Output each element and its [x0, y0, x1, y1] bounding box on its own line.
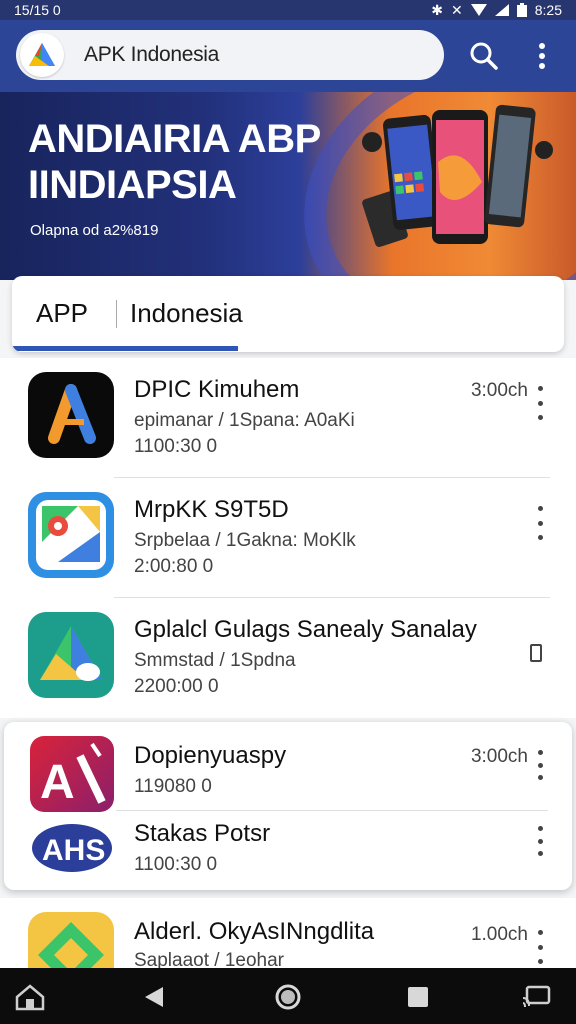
list-item[interactable]: A Dopienyuaspy 119080 0 3:00ch — [4, 722, 572, 812]
apk-logo-icon — [20, 33, 64, 77]
more-vert-icon[interactable] — [530, 506, 550, 540]
back-icon — [145, 987, 163, 1007]
bookmark-icon[interactable] — [530, 644, 542, 662]
app-name: Stakas Potsr — [134, 820, 271, 847]
tab-indonesia[interactable]: Indonesia — [130, 298, 243, 329]
svg-text:AHS: AHS — [42, 834, 105, 867]
red-a-logo-icon: A — [30, 736, 114, 812]
app-bar: APK Indonesia — [0, 20, 576, 92]
signal-icon — [494, 4, 509, 16]
app-meta: Srpbelaa / 1Gakna: MoKlk — [134, 530, 356, 551]
search-icon — [470, 42, 498, 70]
app-name: DPIC Kimuhem — [134, 376, 300, 403]
green-logo-icon — [28, 912, 114, 968]
app-meta: Saplaaot / 1eohar — [134, 950, 285, 968]
tab-divider — [116, 300, 117, 328]
banner-subline: Olapna od a2%819 — [30, 222, 159, 239]
app-group-card: A Dopienyuaspy 119080 0 3:00ch AHS Staka… — [4, 722, 572, 890]
status-bar: 15/15 0 ✱ ✕ 8:25 — [0, 0, 576, 20]
list-item[interactable]: Alderl. OkyAsINngdlita Saplaaot / 1eohar… — [0, 898, 576, 968]
list-item[interactable]: DPIC Kimuhem epimanar / 1Spana: A0aKi 11… — [0, 358, 576, 478]
home-button[interactable] — [272, 982, 304, 1012]
search-button[interactable] — [466, 38, 502, 74]
list-item[interactable]: MrpKK S9T5D Srpbelaa / 1Gakna: MoKlk 2:0… — [0, 478, 576, 598]
app-time: 3:00ch — [470, 380, 528, 401]
triangle-logo-icon — [28, 612, 114, 698]
svg-text:A: A — [40, 756, 75, 809]
home-circle-icon — [275, 984, 301, 1010]
square-icon — [408, 987, 428, 1007]
phones-illustration — [362, 104, 553, 247]
banner-headline: ANDIAIRIA ABP IINDIAPSIA — [28, 117, 321, 207]
app-size: 119080 0 — [134, 776, 212, 797]
tab-app[interactable]: APP — [36, 298, 88, 329]
app-size: 1100:30 0 — [134, 436, 218, 457]
vibrate-icon: ✕ — [451, 1, 463, 18]
app-time: 3:00ch — [470, 746, 528, 767]
app-name: MrpKK S9T5D — [134, 496, 289, 523]
wifi-icon — [470, 4, 487, 16]
app-name: Alderl. OkyAsINngdlita — [134, 918, 375, 945]
app-size: 2200:00 0 — [134, 676, 219, 697]
home-icon — [15, 984, 45, 1011]
status-time-left: 15/15 0 — [14, 2, 61, 18]
app-time: 1.00ch — [470, 924, 528, 945]
a-logo-icon — [28, 372, 114, 458]
ahs-logo-icon: AHS — [30, 818, 114, 878]
more-vert-icon[interactable] — [530, 826, 550, 856]
maps-logo-icon — [28, 492, 114, 578]
app-meta: Smmstad / 1Spdna — [134, 650, 296, 671]
battery-icon — [516, 3, 527, 17]
more-vert-icon[interactable] — [530, 386, 550, 420]
search-bar[interactable]: APK Indonesia — [16, 30, 444, 80]
app-size: 1100:30 0 — [134, 854, 218, 875]
app-meta: epimanar / 1Spana: A0aKi — [134, 410, 355, 431]
more-vert-icon[interactable] — [530, 750, 550, 780]
app-name: Dopienyuaspy — [134, 742, 287, 769]
back-button[interactable] — [138, 982, 170, 1012]
system-nav-bar — [0, 968, 576, 1024]
list-item[interactable]: Gplalcl Gulags Sanealy Sanalay Smmstad /… — [0, 598, 576, 718]
tab-bar: APP Indonesia — [12, 276, 564, 352]
more-vert-icon[interactable] — [530, 930, 550, 964]
cast-icon — [522, 985, 551, 1008]
promo-banner[interactable]: ANDIAIRIA ABP IINDIAPSIA Olapna od a2%81… — [0, 92, 576, 280]
list-item[interactable]: AHS Stakas Potsr 1100:30 0 — [4, 806, 572, 890]
cast-button[interactable] — [520, 982, 552, 1012]
bluetooth-icon: ✱ — [431, 1, 444, 18]
overflow-menu-button[interactable] — [528, 38, 556, 74]
app-title: APK Indonesia — [84, 43, 220, 66]
app-name: Gplalcl Gulags Sanealy Sanalay — [134, 616, 477, 643]
home-app-button[interactable] — [14, 982, 46, 1012]
status-time-right: 8:25 — [534, 2, 562, 18]
recents-button[interactable] — [402, 982, 434, 1012]
app-size: 2:00:80 0 — [134, 556, 214, 577]
more-vert-icon — [539, 43, 545, 69]
tab-indicator — [12, 346, 238, 351]
